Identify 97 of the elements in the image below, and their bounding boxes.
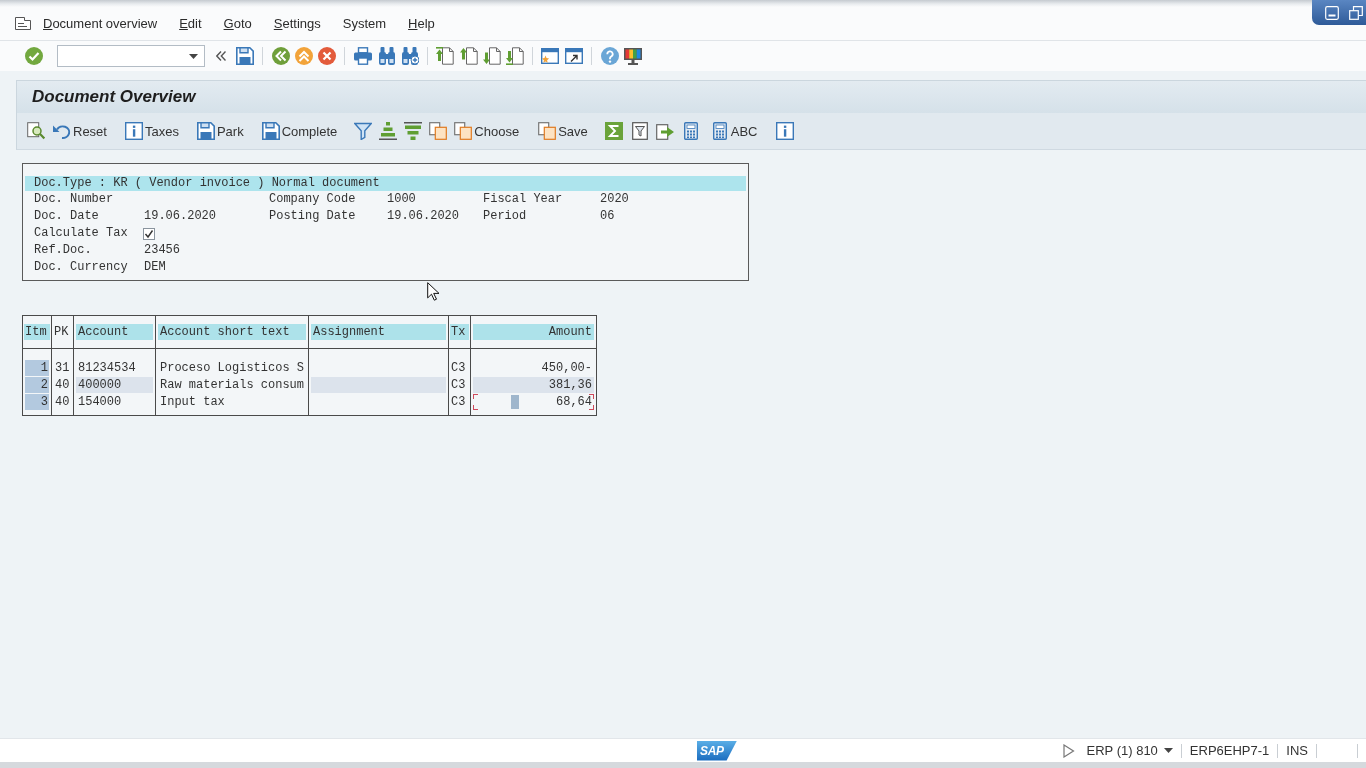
table-cell: 3 — [25, 394, 49, 410]
field-value: 19.06.2020 — [387, 208, 460, 225]
column-header: Account — [76, 324, 153, 340]
documents-icon — [454, 122, 473, 140]
funnel-icon[interactable] — [354, 122, 373, 140]
documents-icon — [538, 122, 557, 140]
table-cell-text: C3 — [450, 394, 467, 410]
field-label: Posting Date — [269, 208, 357, 225]
menu-icon[interactable] — [15, 16, 31, 30]
field-label: Doc. Date — [34, 208, 100, 225]
checkbox[interactable] — [143, 227, 155, 240]
field-label: Ref.Doc. — [34, 242, 93, 259]
column-header: Account short text — [158, 324, 306, 340]
bars-descending-icon[interactable] — [404, 122, 423, 140]
field-label: Fiscal Year — [483, 191, 564, 208]
triangle-icon[interactable] — [1062, 743, 1075, 758]
table-cell-text: 450,00- — [540, 360, 593, 376]
page-arrow-down-bar-icon[interactable] — [506, 47, 524, 65]
logo: SAP — [697, 740, 737, 761]
info-icon — [124, 122, 143, 140]
field-value: 2020 — [600, 191, 630, 208]
text-cursor-icon — [511, 395, 519, 409]
taxes-button[interactable]: Taxes — [122, 120, 181, 142]
table-cell-text: 31 — [54, 360, 71, 376]
menu-item[interactable]: System — [342, 15, 387, 31]
table-cell: 1 — [25, 360, 49, 376]
table-cell-text: Proceso Logisticos S — [159, 360, 306, 376]
field-label: Company Code — [269, 191, 357, 208]
page-arrow-up-bar-icon[interactable] — [436, 47, 454, 65]
dropdown-caret-icon[interactable] — [189, 53, 198, 59]
minimize-icon[interactable] — [1325, 5, 1339, 20]
menu-item[interactable]: Edit — [179, 15, 202, 31]
reset-button[interactable]: Reset — [51, 120, 109, 142]
calculator-icon[interactable] — [681, 122, 700, 140]
server-name: ERP6EHP7-1 — [1189, 743, 1270, 758]
abc-button[interactable]: ABC — [708, 120, 760, 142]
park-button[interactable]: Park — [194, 120, 246, 142]
binoculars-plus-icon[interactable] — [401, 47, 419, 65]
table-cell-text: Raw materials consum — [159, 377, 306, 393]
field-label: Calculate Tax — [34, 225, 129, 242]
monitor-icon[interactable] — [624, 47, 642, 65]
table-cell: 381,36 — [473, 377, 594, 393]
dropdown-caret-icon[interactable] — [1163, 748, 1173, 753]
table-cell-text: 40 — [54, 377, 71, 393]
table-cell-text: C3 — [450, 377, 467, 393]
menu-item[interactable]: Goto — [223, 15, 252, 31]
table-cell: 2 — [25, 377, 49, 393]
table-cell-text: 81234534 — [77, 360, 137, 376]
calculator-icon — [710, 122, 729, 140]
documents-icon[interactable] — [429, 122, 448, 140]
document-funnel-icon[interactable] — [630, 122, 649, 140]
info-icon[interactable] — [775, 122, 794, 140]
field-label: Doc. Currency — [34, 259, 129, 276]
field-value: DEM — [144, 259, 167, 276]
magnifier-document-icon[interactable] — [27, 122, 45, 140]
save-button[interactable]: Save — [536, 120, 590, 142]
field-value: 19.06.2020 — [144, 208, 217, 225]
page-arrow-up-icon[interactable] — [460, 47, 478, 65]
bars-icon[interactable] — [379, 122, 398, 140]
column-header: Amount — [473, 324, 594, 340]
cancel-icon[interactable] — [318, 47, 336, 65]
field-label: Period — [483, 208, 528, 225]
save-icon[interactable] — [236, 47, 254, 65]
check-icon[interactable] — [25, 47, 43, 65]
back-icon[interactable] — [272, 47, 290, 65]
menu-item[interactable]: Settings — [273, 15, 321, 31]
undo-icon — [53, 122, 71, 140]
binoculars-icon[interactable] — [378, 47, 396, 65]
table-cell: 400000 — [76, 377, 153, 393]
choose-button[interactable]: Choose — [452, 120, 522, 142]
restore-icon[interactable] — [1349, 5, 1363, 20]
command-field[interactable] — [57, 45, 205, 67]
menu-item[interactable]: Document overview — [43, 15, 158, 31]
sigma-icon[interactable] — [604, 122, 623, 140]
column-header: Tx — [450, 324, 469, 340]
field-value: 23456 — [144, 242, 181, 259]
column-header: Assignment — [311, 324, 446, 340]
page-arrow-down-icon[interactable] — [483, 47, 501, 65]
print-icon[interactable] — [354, 47, 372, 65]
menu-item[interactable]: Help — [408, 15, 435, 31]
table-cell-text: Input tax — [159, 394, 226, 410]
table-cell-text: C3 — [450, 360, 467, 376]
document-arrow-icon[interactable] — [655, 122, 674, 140]
column-header: PK — [53, 324, 70, 340]
complete-button[interactable]: Complete — [259, 120, 340, 142]
input-mode: INS — [1286, 743, 1308, 758]
column-header: Itm — [24, 324, 50, 340]
field-value: 1000 — [387, 191, 417, 208]
field-value: 06 — [600, 208, 616, 225]
table-cell-text: 154000 — [77, 394, 123, 410]
field-label: Doc. Number — [34, 191, 115, 208]
table-cell-text: 40 — [54, 394, 71, 410]
double-chevron-icon[interactable] — [216, 51, 226, 61]
help-icon[interactable] — [601, 47, 619, 65]
cell-text: 68,64 — [556, 394, 592, 410]
screen-title: Document Overview — [32, 87, 196, 107]
system-info[interactable]: ERP (1) 810 — [1086, 743, 1158, 758]
